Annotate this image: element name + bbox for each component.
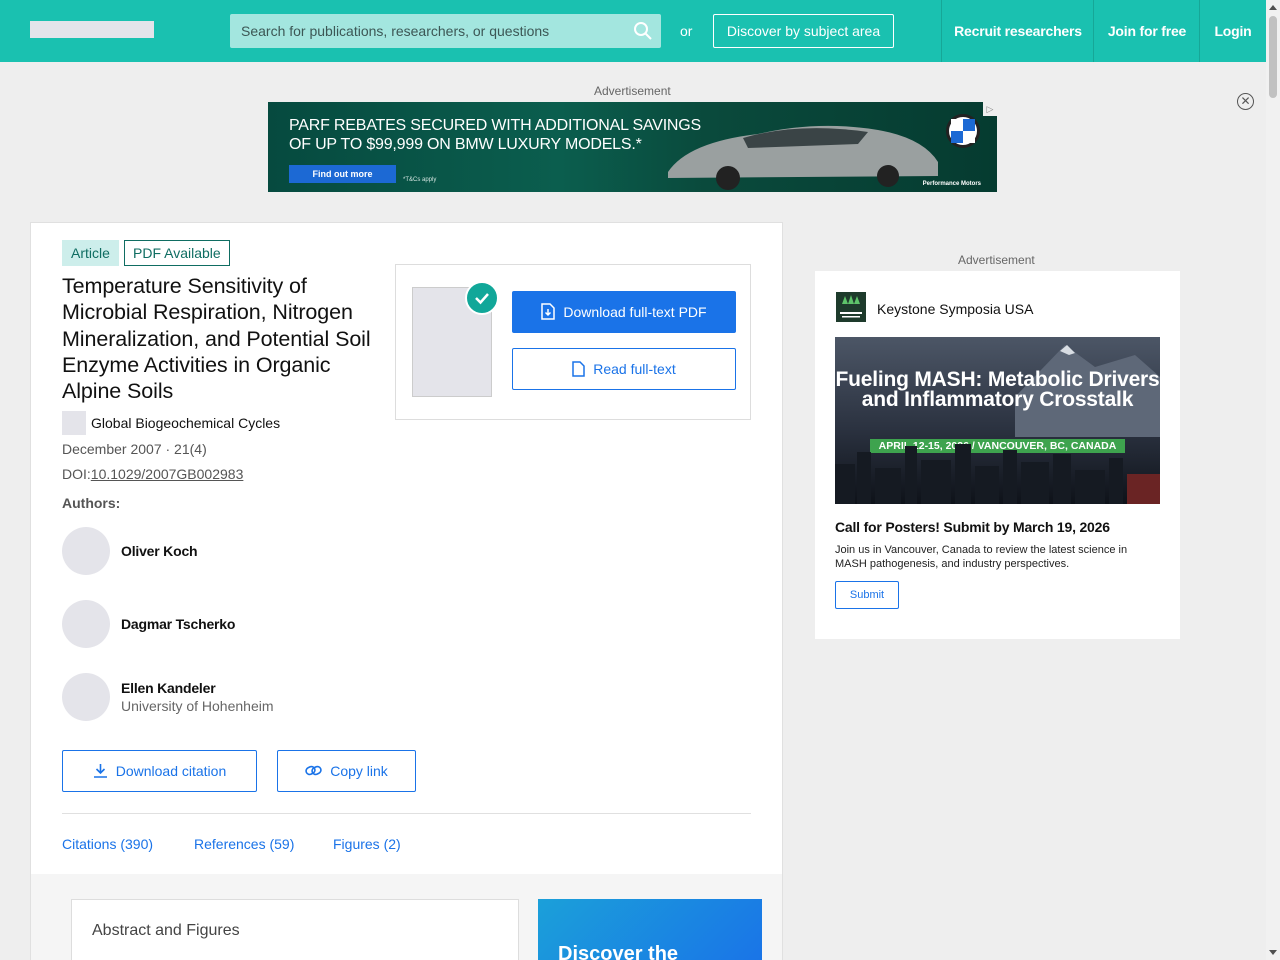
scroll-thumb[interactable] — [1269, 16, 1277, 98]
link-icon — [305, 766, 322, 776]
article-type-badge: Article — [62, 240, 119, 266]
tab-references[interactable]: References (59) — [194, 836, 294, 852]
search-input[interactable] — [230, 14, 630, 48]
right-ad-body: Join us in Vancouver, Canada to review t… — [835, 544, 1128, 570]
search-icon[interactable] — [633, 21, 653, 41]
tab-figures[interactable]: Figures (2) — [333, 836, 401, 852]
copy-link-button[interactable]: Copy link — [277, 750, 416, 792]
top-ad-cta-button[interactable]: Find out more — [289, 165, 396, 183]
pdf-panel: Download full-text PDF Read full-text — [395, 264, 751, 420]
right-sidebar-ad[interactable]: Keystone Symposia USA Fueling MASH: Meta… — [815, 271, 1180, 639]
author-name[interactable]: Ellen Kandeler — [121, 680, 216, 696]
scroll-up-arrow-icon[interactable] — [1269, 5, 1277, 10]
close-ad-icon[interactable]: ✕ — [1237, 93, 1254, 110]
promo-text: Discover the — [558, 943, 679, 960]
sponsor-name: Keystone Symposia USA — [877, 301, 1034, 317]
or-separator: or — [680, 23, 693, 39]
promo-card[interactable]: Discover the — [538, 899, 762, 960]
section-divider — [62, 813, 751, 814]
sponsor-logo-icon — [836, 292, 866, 322]
top-banner-ad[interactable]: PARF REBATES SECURED WITH ADDITIONAL SAV… — [268, 102, 997, 192]
pdf-download-icon — [541, 303, 556, 321]
top-ad-label: Advertisement — [594, 84, 671, 98]
top-navigation-bar: or Discover by subject area Recruit rese… — [0, 0, 1266, 62]
pdf-available-badge: PDF Available — [124, 240, 230, 266]
author-avatar[interactable] — [62, 673, 110, 721]
article-card: Article PDF Available Temperature Sensit… — [30, 222, 783, 960]
login-link[interactable]: Login — [1199, 0, 1266, 62]
bmw-logo-icon — [946, 114, 980, 148]
discover-subject-button[interactable]: Discover by subject area — [713, 14, 894, 48]
scroll-down-arrow-icon[interactable] — [1269, 950, 1277, 955]
recruit-researchers-link[interactable]: Recruit researchers — [941, 0, 1094, 62]
read-fulltext-button[interactable]: Read full-text — [512, 348, 736, 390]
right-ad-headline: Call for Posters! Submit by March 19, 20… — [835, 519, 1110, 535]
submit-button[interactable]: Submit — [835, 581, 899, 609]
event-title: Fueling MASH: Metabolic Drivers and Infl… — [835, 368, 1160, 411]
author-avatar[interactable] — [62, 600, 110, 648]
doi-line: DOI:10.1029/2007GB002983 — [62, 466, 243, 482]
lower-content-section: Abstract and Figures Discover the — [31, 874, 782, 960]
download-pdf-label: Download full-text PDF — [563, 304, 707, 320]
abstract-card: Abstract and Figures — [71, 899, 519, 960]
author-name[interactable]: Dagmar Tscherko — [121, 616, 235, 632]
ad-choices-icon[interactable]: ▷ — [983, 102, 997, 116]
authors-label: Authors: — [62, 495, 121, 511]
download-pdf-button[interactable]: Download full-text PDF — [512, 291, 736, 333]
abstract-title: Abstract and Figures — [92, 922, 240, 939]
journal-icon — [62, 411, 86, 435]
event-image: Fueling MASH: Metabolic Drivers and Infl… — [835, 337, 1160, 504]
copy-link-label: Copy link — [330, 763, 388, 779]
top-ad-terms: *T&Cs apply — [403, 177, 437, 183]
author-name[interactable]: Oliver Koch — [121, 543, 198, 559]
doi-link[interactable]: 10.1029/2007GB002983 — [91, 466, 244, 482]
top-ad-headline: PARF REBATES SECURED WITH ADDITIONAL SAV… — [289, 117, 702, 153]
publication-date: December 2007 · 21(4) — [62, 441, 207, 457]
join-for-free-link[interactable]: Join for free — [1093, 0, 1200, 62]
check-icon — [465, 281, 499, 315]
right-ad-label: Advertisement — [958, 253, 1035, 267]
journal-name[interactable]: Global Biogeochemical Cycles — [91, 415, 280, 431]
search-box — [230, 14, 661, 48]
author-avatar[interactable] — [62, 527, 110, 575]
site-logo[interactable] — [30, 21, 154, 38]
page-scrollbar[interactable] — [1266, 0, 1280, 960]
author-affiliation[interactable]: University of Hohenheim — [121, 698, 274, 714]
download-citation-button[interactable]: Download citation — [62, 750, 257, 792]
document-icon — [572, 361, 585, 377]
tab-citations[interactable]: Citations (390) — [62, 836, 153, 852]
top-ad-dealer: Performance Motors — [922, 181, 981, 187]
download-icon — [93, 764, 107, 779]
doi-prefix: DOI: — [62, 466, 91, 482]
article-title: Temperature Sensitivity of Microbial Res… — [62, 274, 371, 404]
download-citation-label: Download citation — [115, 763, 227, 779]
read-fulltext-label: Read full-text — [593, 361, 676, 377]
